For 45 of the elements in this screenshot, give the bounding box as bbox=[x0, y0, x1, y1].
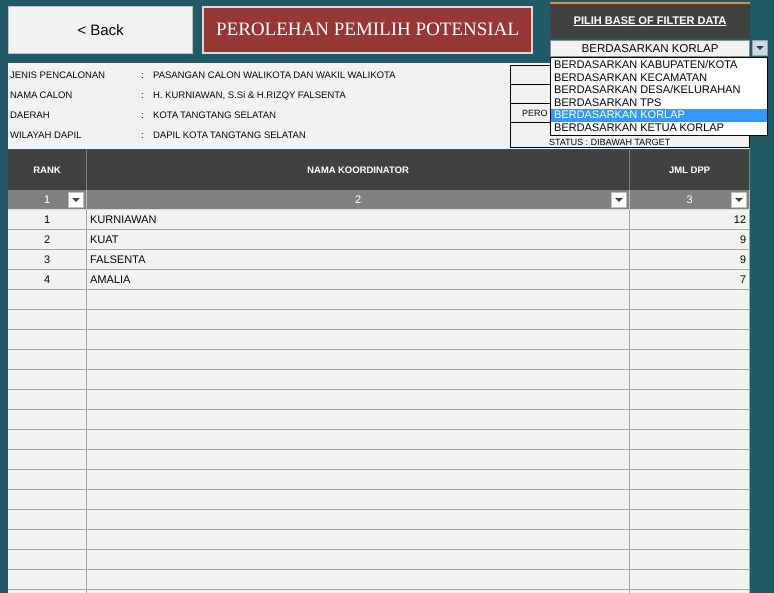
table-cell: 3 bbox=[8, 250, 87, 270]
info-label: JENIS PENCALONAN bbox=[10, 70, 106, 80]
column-number: 2 bbox=[354, 194, 362, 206]
summary-text: PERO bbox=[522, 108, 548, 118]
filter-heading: PILIH BASE OF FILTER DATA bbox=[550, 2, 750, 38]
column-number: 3 bbox=[686, 194, 693, 206]
column-number: 1 bbox=[44, 194, 50, 206]
table-cell: KURNIAWAN bbox=[87, 210, 630, 230]
filter-button[interactable] bbox=[68, 192, 84, 208]
back-button[interactable]: < Back bbox=[8, 6, 193, 54]
info-label: WILAYAH DAPIL bbox=[10, 130, 82, 140]
column-header: RANK bbox=[8, 150, 87, 190]
info-label: NAMA CALON bbox=[10, 90, 74, 100]
info-separator: : bbox=[141, 90, 145, 100]
info-value: PASANGAN CALON WALIKOTA DAN WAKIL WALIKOTA bbox=[153, 70, 396, 80]
filter-dropdown[interactable]: BERDASARKAN KORLAP bbox=[550, 40, 750, 57]
table-cell: 7 bbox=[630, 270, 750, 290]
info-label: DAERAH bbox=[10, 110, 51, 120]
filter-button[interactable] bbox=[611, 192, 627, 208]
info-separator: : bbox=[141, 130, 145, 140]
info-value: DAPIL KOTA TANGTANG SELATAN bbox=[153, 130, 307, 140]
table-cell: 12 bbox=[630, 210, 750, 230]
caret-icon bbox=[735, 198, 743, 202]
filter-button[interactable] bbox=[731, 192, 747, 208]
caret-icon bbox=[756, 46, 764, 50]
table-cell: 1 bbox=[8, 210, 87, 230]
info-value: KOTA TANGTANG SELATAN bbox=[153, 110, 277, 120]
column-header: JML DPP bbox=[630, 150, 750, 190]
table-cell: FALSENTA bbox=[87, 250, 630, 270]
info-separator: : bbox=[141, 110, 145, 120]
table-cell: KUAT bbox=[87, 230, 630, 250]
caret-icon bbox=[72, 198, 80, 202]
table-cell: 9 bbox=[630, 250, 750, 270]
table-cell: 2 bbox=[8, 230, 87, 250]
dropdown-option[interactable]: BERDASARKAN KETUA KORLAP bbox=[551, 122, 767, 134]
page-title: PEROLEHAN PEMILIH POTENSIAL bbox=[202, 6, 533, 54]
column-header: NAMA KOORDINATOR bbox=[87, 150, 630, 190]
caret-icon bbox=[615, 198, 623, 202]
table-cell: 4 bbox=[8, 270, 87, 290]
table-cell: AMALIA bbox=[87, 270, 630, 290]
summary-text: STATUS : DIBAWAH TARGET bbox=[549, 138, 670, 147]
info-separator: : bbox=[141, 70, 145, 80]
table-cell: 9 bbox=[630, 230, 750, 250]
dropdown-button[interactable] bbox=[752, 40, 768, 56]
info-value: H. KURNIAWAN, S.Si & H.RIZQY FALSENTA bbox=[153, 90, 347, 100]
